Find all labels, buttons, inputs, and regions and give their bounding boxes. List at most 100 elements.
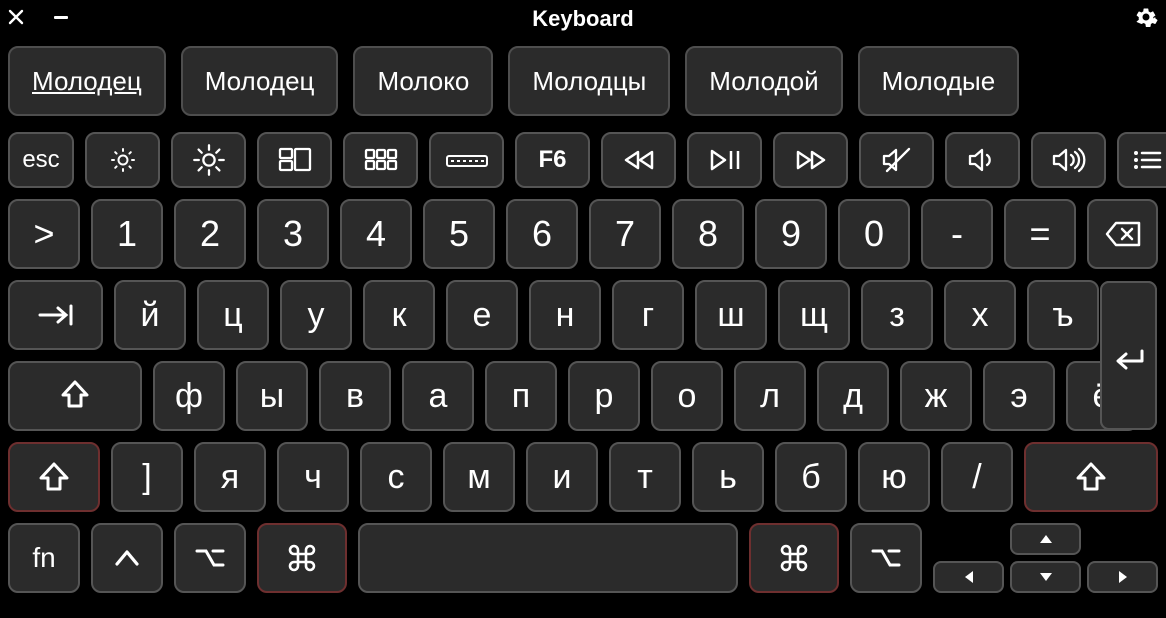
key-letter[interactable]: й	[114, 280, 186, 350]
letter-row-3: ] я ч с м и т ь б ю /	[8, 442, 1158, 512]
arrow-down-key[interactable]	[1010, 561, 1081, 593]
key-letter[interactable]: /	[941, 442, 1013, 512]
mute-key[interactable]	[859, 132, 934, 188]
settings-button[interactable]	[1134, 5, 1158, 29]
key-letter[interactable]: м	[443, 442, 515, 512]
key-7[interactable]: 7	[589, 199, 661, 269]
key-2[interactable]: 2	[174, 199, 246, 269]
brightness-down-key[interactable]	[85, 132, 160, 188]
fn-key[interactable]: fn	[8, 523, 80, 593]
key-letter[interactable]: ъ	[1027, 280, 1099, 350]
command-left-key[interactable]	[257, 523, 347, 593]
rewind-key[interactable]	[601, 132, 676, 188]
command-right-key[interactable]	[749, 523, 839, 593]
option-right-key[interactable]	[850, 523, 922, 593]
key-letter[interactable]: я	[194, 442, 266, 512]
key-letter[interactable]: в	[319, 361, 391, 431]
key-1[interactable]: 1	[91, 199, 163, 269]
suggestion-item[interactable]: Молодец	[181, 46, 339, 116]
brightness-up-icon	[192, 143, 226, 177]
key-6[interactable]: 6	[506, 199, 578, 269]
option-left-key[interactable]	[174, 523, 246, 593]
arrow-right-key[interactable]	[1087, 561, 1158, 593]
key-letter[interactable]: а	[402, 361, 474, 431]
keyboard-backlight-icon	[445, 150, 489, 170]
key-letter[interactable]: ш	[695, 280, 767, 350]
key-5[interactable]: 5	[423, 199, 495, 269]
launchpad-key[interactable]	[343, 132, 418, 188]
key-letter[interactable]: щ	[778, 280, 850, 350]
key-letter[interactable]: ж	[900, 361, 972, 431]
key-letter[interactable]: г	[612, 280, 684, 350]
suggestion-item[interactable]: Молодец	[8, 46, 166, 116]
volume-up-key[interactable]	[1031, 132, 1106, 188]
key-equals[interactable]: =	[1004, 199, 1076, 269]
suggestion-bar: Молодец Молодец Молоко Молодцы Молодой М…	[0, 34, 1166, 128]
gear-icon	[1134, 5, 1158, 29]
list-key[interactable]	[1117, 132, 1166, 188]
key-letter[interactable]: д	[817, 361, 889, 431]
key-letter[interactable]: ф	[153, 361, 225, 431]
key-minus[interactable]: -	[921, 199, 993, 269]
key-letter[interactable]: б	[775, 442, 847, 512]
key-9[interactable]: 9	[755, 199, 827, 269]
key-letter[interactable]: р	[568, 361, 640, 431]
key-letter[interactable]: п	[485, 361, 557, 431]
key-letter[interactable]: с	[360, 442, 432, 512]
caps-lock-key[interactable]	[8, 361, 142, 431]
key-0[interactable]: 0	[838, 199, 910, 269]
suggestion-item[interactable]: Молоко	[353, 46, 493, 116]
escape-key[interactable]: esc	[8, 132, 74, 188]
shift-left-key[interactable]	[8, 442, 100, 512]
f6-key[interactable]: F6	[515, 132, 590, 188]
list-icon	[1132, 149, 1162, 171]
shift-right-key[interactable]	[1024, 442, 1158, 512]
keyboard-body: esc	[0, 128, 1166, 601]
key-letter[interactable]: ц	[197, 280, 269, 350]
key-letter[interactable]: к	[363, 280, 435, 350]
keyboard-window: Keyboard Молодец Молодец Молоко Молодцы …	[0, 0, 1166, 618]
option-icon	[871, 547, 901, 569]
arrow-left-key[interactable]	[933, 561, 1004, 593]
suggestion-item[interactable]: Молодой	[685, 46, 842, 116]
key-letter[interactable]: и	[526, 442, 598, 512]
arrow-up-key[interactable]	[1010, 523, 1081, 555]
launchpad-icon	[364, 148, 398, 172]
control-key[interactable]	[91, 523, 163, 593]
key-section[interactable]: >	[8, 199, 80, 269]
key-letter[interactable]: н	[529, 280, 601, 350]
key-letter[interactable]: о	[651, 361, 723, 431]
suggestion-item[interactable]: Молодые	[858, 46, 1020, 116]
mission-control-key[interactable]	[257, 132, 332, 188]
spacebar-key[interactable]	[358, 523, 738, 593]
key-letter[interactable]: е	[446, 280, 518, 350]
play-pause-key[interactable]	[687, 132, 762, 188]
key-letter[interactable]: х	[944, 280, 1016, 350]
key-letter[interactable]: ч	[277, 442, 349, 512]
key-letter[interactable]: ]	[111, 442, 183, 512]
shift-icon	[38, 462, 70, 492]
keyboard-backlight-key[interactable]	[429, 132, 504, 188]
arrow-up-icon	[1039, 534, 1053, 544]
key-letter[interactable]: з	[861, 280, 933, 350]
backspace-key[interactable]	[1087, 199, 1158, 269]
enter-key[interactable]	[1099, 280, 1158, 431]
key-4[interactable]: 4	[340, 199, 412, 269]
key-letter[interactable]: ю	[858, 442, 930, 512]
key-letter[interactable]: э	[983, 361, 1055, 431]
volume-down-key[interactable]	[945, 132, 1020, 188]
suggestion-item[interactable]: Молодцы	[508, 46, 670, 116]
volume-up-icon	[1051, 147, 1087, 173]
mission-control-icon	[277, 146, 313, 174]
key-letter[interactable]: у	[280, 280, 352, 350]
key-letter[interactable]: л	[734, 361, 806, 431]
key-letter[interactable]: т	[609, 442, 681, 512]
tab-key[interactable]	[8, 280, 103, 350]
brightness-up-key[interactable]	[171, 132, 246, 188]
key-3[interactable]: 3	[257, 199, 329, 269]
fast-forward-key[interactable]	[773, 132, 848, 188]
key-letter[interactable]: ь	[692, 442, 764, 512]
key-letter[interactable]: ы	[236, 361, 308, 431]
arrow-left-icon	[964, 570, 974, 584]
key-8[interactable]: 8	[672, 199, 744, 269]
